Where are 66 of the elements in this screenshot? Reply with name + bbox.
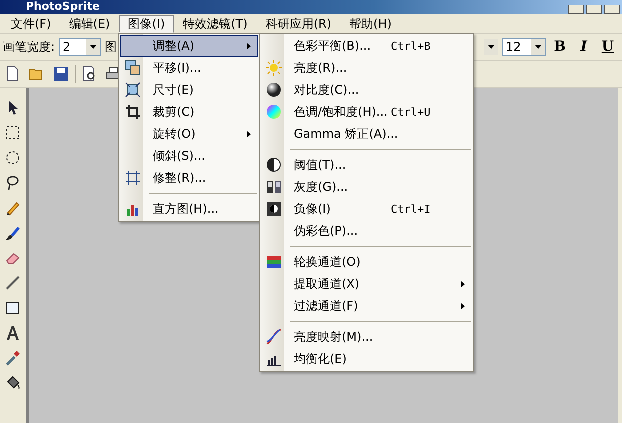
ellipse-select-icon <box>5 150 21 166</box>
menu-item[interactable]: 平移(I)... <box>120 57 258 79</box>
negative-icon <box>266 201 282 217</box>
menu-bar-item[interactable]: 科研应用(R) <box>256 14 341 32</box>
image-move-icon <box>125 60 141 76</box>
crop-icon <box>125 104 141 120</box>
menu-item[interactable]: 提取通道(X) <box>261 273 472 295</box>
new-file-icon <box>5 66 21 82</box>
menu-item[interactable]: Gamma 矫正(A)... <box>261 123 472 145</box>
brush-icon <box>5 224 21 240</box>
menu-bar-item[interactable]: 帮助(H) <box>340 14 401 32</box>
menu-item[interactable]: 亮度(R)... <box>261 57 472 79</box>
menu-item[interactable]: 旋转(O) <box>120 123 258 145</box>
menu-item[interactable]: 阈值(T)... <box>261 154 472 176</box>
pen-width-label: 画笔宽度: <box>3 38 56 56</box>
menu-item[interactable]: 裁剪(C) <box>120 101 258 123</box>
line-icon <box>5 274 21 290</box>
dropdown-arrow-icon <box>534 45 542 49</box>
menu-item[interactable]: 伪彩色(P)... <box>261 220 472 242</box>
save-icon <box>53 66 69 82</box>
paint-bucket-icon <box>5 374 21 390</box>
menu-item[interactable]: 轮换通道(O) <box>261 251 472 273</box>
pen-width-dropdown[interactable]: 2 <box>59 38 102 56</box>
close-button[interactable] <box>604 5 620 14</box>
menu-item[interactable]: 修整(R)... <box>120 167 258 189</box>
pencil-icon <box>5 200 21 216</box>
rgb-channels-icon <box>266 254 282 270</box>
text-tool-icon <box>5 324 21 340</box>
color-wheel-icon <box>266 104 282 120</box>
menu-bar-item[interactable]: 特效滤镜(T) <box>174 14 257 32</box>
menu-item[interactable]: 负像(I) Ctrl+I <box>261 198 472 220</box>
rectangle-icon <box>5 300 21 316</box>
menu-item[interactable]: 倾斜(S)... <box>120 145 258 167</box>
trim-icon <box>125 170 141 186</box>
sun-icon <box>266 60 282 76</box>
menu-item[interactable]: 灰度(G)... <box>261 176 472 198</box>
resize-icon <box>125 82 141 98</box>
menu-bar-item[interactable]: 编辑(E) <box>60 14 120 32</box>
half-circle-icon <box>266 157 282 173</box>
sphere-icon <box>266 82 282 98</box>
menu-bar-item[interactable]: 图像(I) <box>119 14 174 32</box>
menu-item[interactable]: 调整(A) <box>120 35 258 57</box>
eyedropper-icon <box>5 350 21 366</box>
font-size-dropdown[interactable]: 12 <box>502 38 546 56</box>
format-button[interactable]: I <box>574 37 594 57</box>
menu-item[interactable]: 过滤通道(F) <box>261 295 472 317</box>
menu-item[interactable]: 亮度映射(M)... <box>261 326 472 348</box>
rectangle-select-icon <box>5 124 21 140</box>
curve-icon <box>266 329 282 345</box>
dropdown-arrow-icon <box>90 45 97 49</box>
menu-item[interactable]: 对比度(C)... <box>261 79 472 101</box>
grayscale-icon <box>266 179 282 195</box>
format-button[interactable]: U <box>598 37 618 57</box>
menu-item[interactable]: 色调/饱和度(H)... Ctrl+U <box>261 101 472 123</box>
window-title: PhotoSprite <box>26 0 100 14</box>
lasso-icon <box>5 174 21 190</box>
maximize-button[interactable] <box>586 5 602 14</box>
toolbar-label: 图 <box>105 38 118 56</box>
menu-item[interactable]: 尺寸(E) <box>120 79 258 101</box>
menu-item[interactable]: 色彩平衡(B)... Ctrl+B <box>261 35 472 57</box>
dropdown-arrow-icon <box>488 45 494 49</box>
minimize-button[interactable] <box>568 5 584 14</box>
menu-item[interactable]: 均衡化(E) <box>261 348 472 370</box>
menu-bar-item[interactable]: 文件(F) <box>2 14 60 32</box>
menu-item[interactable]: 直方图(H)... <box>120 198 258 220</box>
format-button[interactable]: B <box>550 37 570 57</box>
